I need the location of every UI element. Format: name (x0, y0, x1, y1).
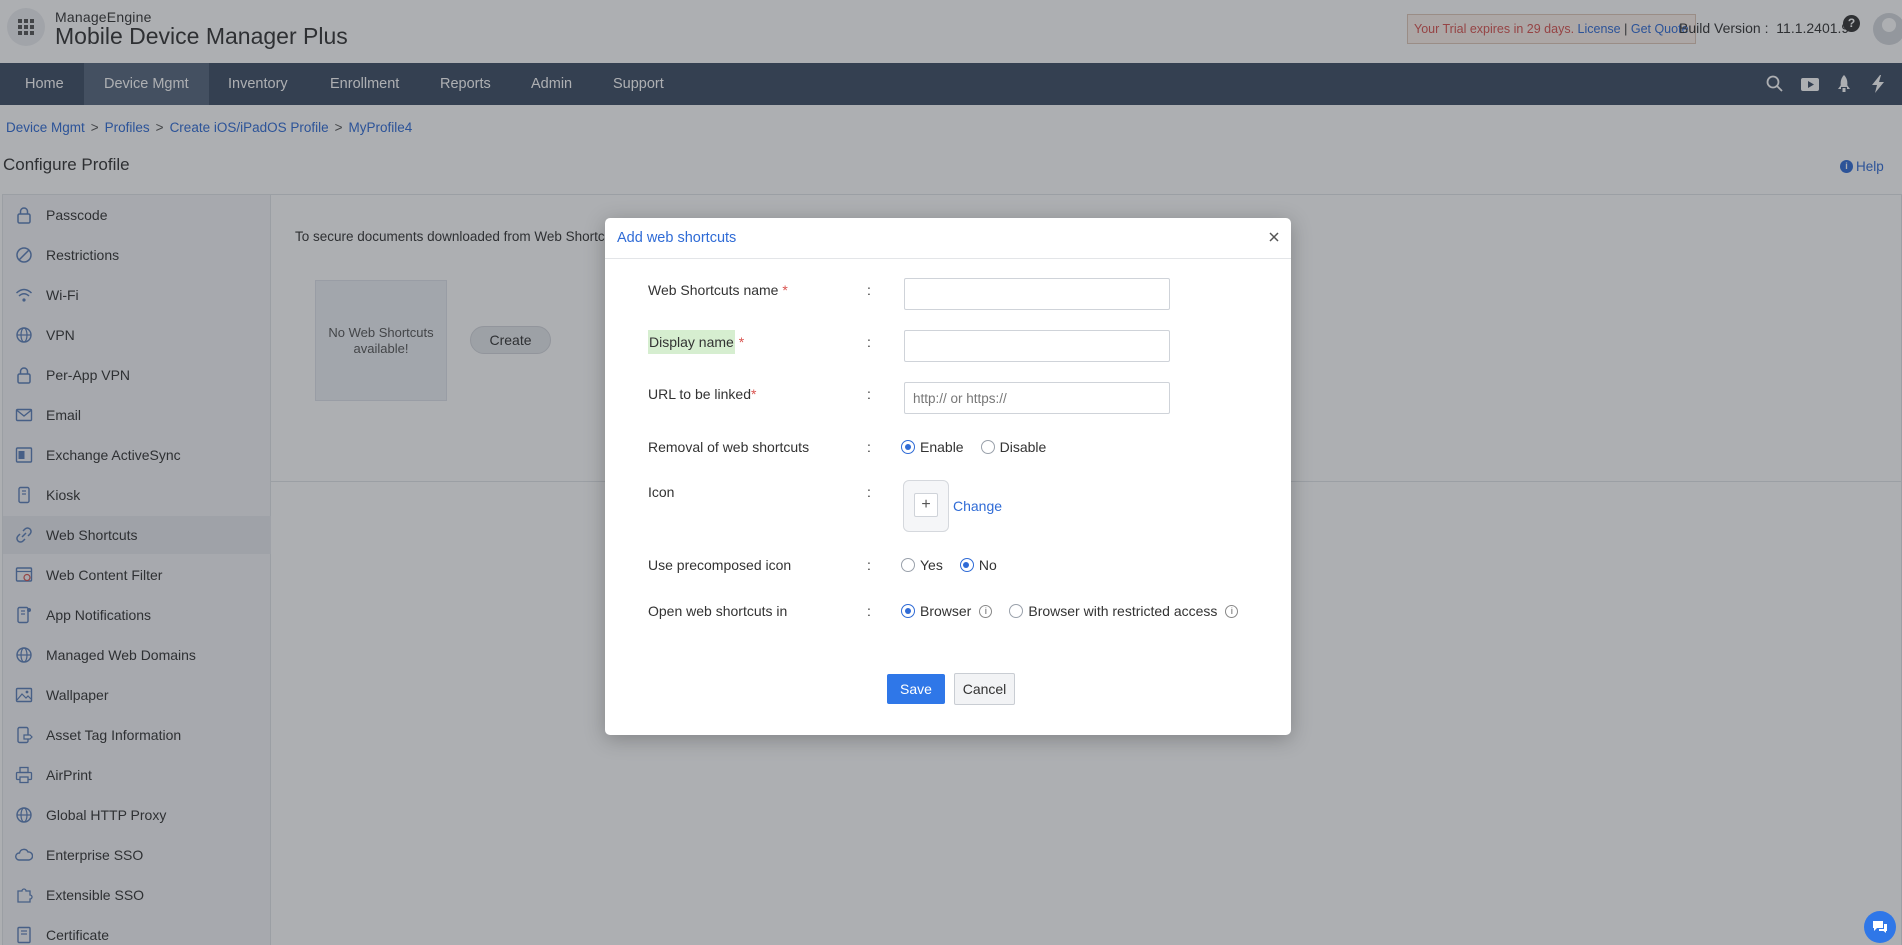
radio-disable[interactable] (980, 440, 995, 454)
url-input[interactable] (904, 382, 1170, 414)
required-marker: * (782, 282, 788, 298)
removal-label: Removal of web shortcuts (648, 439, 810, 455)
change-icon-link[interactable]: Change (953, 498, 1002, 514)
info-icon[interactable]: i (979, 604, 993, 618)
precomposed-yes-option[interactable]: Yes (901, 557, 943, 573)
shortcut-name-label: Web Shortcuts name * (648, 282, 788, 298)
field-colon: : (867, 282, 871, 298)
required-marker: * (738, 334, 745, 350)
radio-browser[interactable] (901, 604, 915, 618)
field-colon: : (867, 386, 871, 402)
radio-enable[interactable] (901, 440, 915, 454)
close-icon[interactable] (1266, 229, 1282, 245)
field-colon: : (867, 484, 871, 500)
field-colon: : (867, 557, 871, 573)
info-icon[interactable]: i (1225, 604, 1239, 618)
removal-radio-group: Enable Disable (901, 439, 1063, 455)
radio-restricted-browser[interactable] (1009, 604, 1024, 618)
display-name-label: Display name * (648, 330, 745, 354)
radio-label: No (978, 557, 997, 573)
add-web-shortcuts-dialog: Add web shortcuts Web Shortcuts name * :… (605, 218, 1291, 735)
precomposed-label: Use precomposed icon (648, 557, 792, 573)
radio-label: Disable (999, 439, 1047, 455)
display-name-input[interactable] (904, 330, 1170, 362)
removal-enable-option[interactable]: Enable (901, 439, 964, 455)
icon-preview: + (903, 480, 949, 532)
required-marker: * (750, 386, 757, 402)
dialog-header: Add web shortcuts (605, 218, 1291, 259)
url-label: URL to be linked* (648, 386, 756, 402)
icon-label: Icon (648, 484, 675, 500)
add-icon-button[interactable]: + (914, 493, 938, 517)
open-in-radio-group: Browser i Browser with restricted access… (901, 603, 1255, 619)
radio-label: Enable (920, 439, 964, 455)
radio-label: Browser (920, 603, 972, 619)
display-name-label-text: Display name (648, 330, 735, 354)
radio-label: Yes (920, 557, 943, 573)
open-in-restricted-option[interactable]: Browser with restricted access i (1009, 603, 1239, 619)
removal-disable-option[interactable]: Disable (980, 439, 1047, 455)
field-colon: : (867, 603, 871, 619)
precomposed-no-option[interactable]: No (959, 557, 997, 573)
field-colon: : (867, 334, 871, 350)
radio-yes[interactable] (901, 558, 915, 572)
open-in-label: Open web shortcuts in (648, 603, 788, 619)
cancel-button[interactable]: Cancel (954, 673, 1015, 705)
radio-no[interactable] (959, 558, 974, 572)
field-colon: : (867, 439, 871, 455)
save-button[interactable]: Save (887, 674, 945, 704)
open-in-browser-option[interactable]: Browser i (901, 603, 993, 619)
shortcut-name-input[interactable] (904, 278, 1170, 310)
radio-label: Browser with restricted access (1028, 603, 1218, 619)
dialog-title: Add web shortcuts (617, 230, 737, 246)
precomposed-radio-group: Yes No (901, 557, 1014, 573)
shortcut-name-label-text: Web Shortcuts name (648, 282, 779, 298)
url-label-text: URL to be linked (648, 386, 751, 402)
chat-icon[interactable] (1864, 911, 1896, 943)
